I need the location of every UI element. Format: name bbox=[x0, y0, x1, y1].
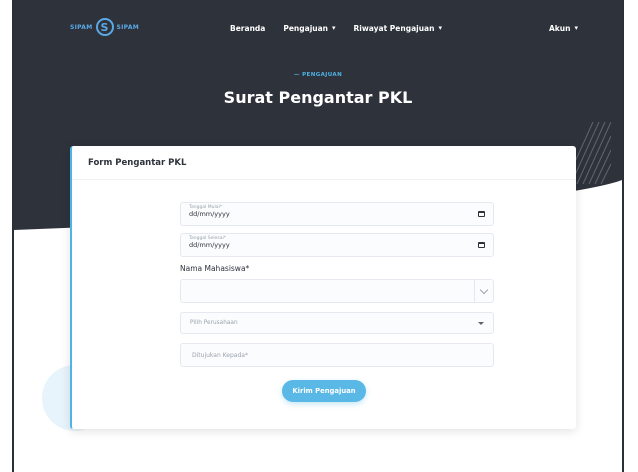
nav-beranda[interactable]: Beranda bbox=[230, 24, 265, 33]
company-placeholder: Pilih Perusahaan bbox=[190, 320, 238, 326]
chevron-down-icon bbox=[479, 285, 489, 295]
nav-pengajuan[interactable]: Pengajuan ▾ bbox=[283, 24, 335, 33]
logo-icon: S bbox=[95, 18, 114, 36]
brand-right-text: SIPAM bbox=[116, 23, 140, 31]
card-title: Form Pengantar PKL bbox=[88, 157, 187, 168]
account-label: Akun bbox=[549, 24, 571, 33]
submit-button[interactable]: Kirim Pengajuan bbox=[282, 380, 366, 402]
start-date-value: dd/mm/yyyy bbox=[189, 210, 230, 219]
start-date-field[interactable]: Tanggal Mulai* dd/mm/yyyy bbox=[180, 202, 494, 226]
recipient-input[interactable] bbox=[190, 350, 493, 360]
end-date-field[interactable]: Tanggal Selesai* dd/mm/yyyy bbox=[180, 233, 494, 257]
brand-left-text: SIPAM bbox=[70, 23, 93, 31]
calendar-icon[interactable] bbox=[478, 242, 485, 248]
nav-pengajuan-label: Pengajuan bbox=[283, 24, 329, 33]
chevron-down-icon: ▾ bbox=[438, 24, 442, 32]
form-card: Form Pengantar PKL Tanggal Mulai* dd/mm/… bbox=[70, 146, 576, 429]
page-title: Surat Pengantar PKL bbox=[223, 88, 413, 107]
student-select-toggle[interactable] bbox=[474, 280, 493, 302]
nav-beranda-label: Beranda bbox=[230, 24, 266, 33]
submit-button-label: Kirim Pengajuan bbox=[292, 387, 356, 395]
end-date-value: dd/mm/yyyy bbox=[189, 241, 230, 250]
nav-riwayat-pengajuan[interactable]: Riwayat Pengajuan ▾ bbox=[354, 24, 442, 33]
nav-riwayat-label: Riwayat Pengajuan bbox=[353, 24, 435, 33]
student-name-label: Nama Mahasiswa* bbox=[180, 264, 250, 273]
company-select[interactable]: Pilih Perusahaan bbox=[180, 312, 494, 334]
recipient-field[interactable] bbox=[180, 343, 494, 367]
page-frame: SIPAM S SIPAM Beranda Pengajuan ▾ Riwaya… bbox=[12, 0, 624, 472]
brand[interactable]: SIPAM S SIPAM bbox=[70, 18, 139, 36]
pkl-form: Tanggal Mulai* dd/mm/yyyy Tanggal Selesa… bbox=[180, 202, 494, 367]
chevron-down-icon: ▾ bbox=[574, 24, 578, 32]
student-name-select[interactable] bbox=[180, 279, 494, 303]
caret-down-icon bbox=[478, 322, 484, 325]
hero-kicker: — PENGAJUAN bbox=[293, 72, 343, 78]
card-header: Form Pengantar PKL bbox=[72, 146, 576, 180]
main-menu: Beranda Pengajuan ▾ Riwayat Pengajuan ▾ bbox=[230, 24, 442, 33]
chevron-down-icon: ▾ bbox=[332, 24, 336, 32]
account-menu[interactable]: Akun ▾ bbox=[549, 24, 578, 33]
logo-letter: S bbox=[100, 20, 109, 34]
calendar-icon[interactable] bbox=[478, 211, 485, 217]
submit-wrap: Kirim Pengajuan bbox=[72, 380, 576, 402]
top-nav: SIPAM S SIPAM Beranda Pengajuan ▾ Riwaya… bbox=[14, 0, 622, 62]
